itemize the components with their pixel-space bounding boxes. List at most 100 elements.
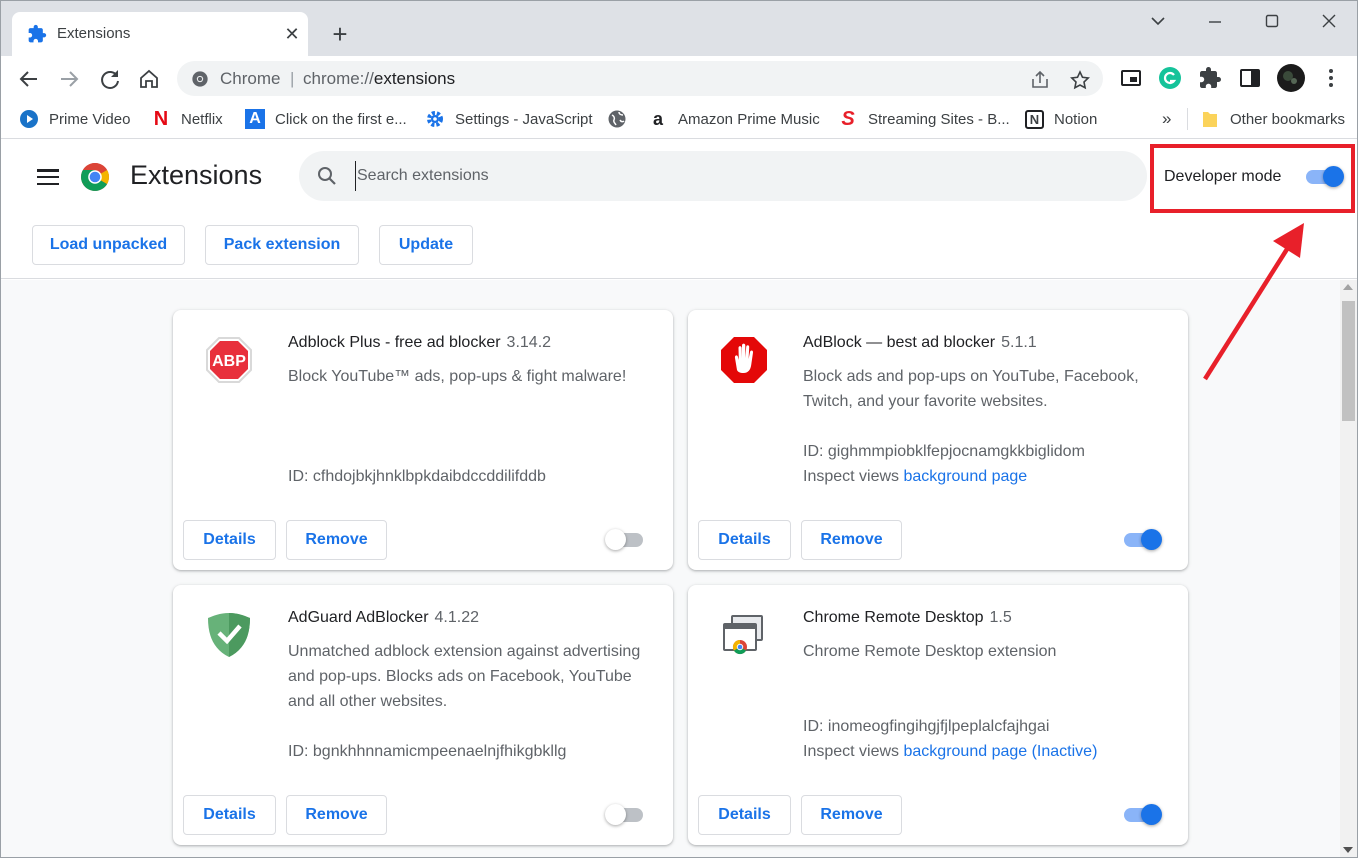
netflix-icon: N [153,107,169,130]
bookmark-label: Prime Video [49,110,131,128]
bookmark-label: Streaming Sites - B... [868,110,1010,128]
toolbar: Chrome | chrome://extensions [1,56,1357,101]
scrollbar-thumb[interactable] [1342,301,1355,421]
bookmark-notion[interactable]: N Notion [1025,108,1097,130]
details-button[interactable]: Details [698,520,791,560]
background-page-link[interactable]: background page (Inactive) [904,743,1098,760]
share-icon[interactable] [1029,69,1051,91]
svg-text:ABP: ABP [212,353,246,370]
menu-icon[interactable] [37,169,59,186]
other-bookmarks[interactable]: Other bookmarks [1200,108,1345,130]
tab-extensions[interactable]: Extensions ✕ [12,12,308,56]
extension-enable-toggle[interactable] [1122,803,1162,825]
extension-card-chrome-remote-desktop: Chrome Remote Desktop 1.5 Chrome Remote D… [688,585,1188,845]
s-icon: S [841,107,855,130]
developer-mode-toggle[interactable] [1304,165,1344,187]
remove-button[interactable]: Remove [801,520,902,560]
remove-button[interactable]: Remove [286,795,387,835]
page-title: Extensions [130,160,263,190]
address-bar[interactable]: Chrome | chrome://extensions [177,61,1103,96]
update-button[interactable]: Update [379,225,473,265]
adblock-hand-icon [721,337,767,383]
extensions-header: Extensions Developer mode Load unpacked … [1,139,1357,279]
a-icon: A [245,109,265,129]
scroll-down-arrow-icon[interactable] [1343,847,1353,853]
inspect-views: Inspect views background page [803,468,1028,485]
back-icon[interactable] [15,65,43,93]
bookmark-prime-video[interactable]: Prime Video [19,108,130,130]
details-button[interactable]: Details [183,795,276,835]
prime-video-icon [20,110,38,128]
url-path: extensions [373,69,456,88]
extension-id: ID: gighmmpiobklfepjocnamgkkbiglidom [803,443,1085,460]
remove-button[interactable]: Remove [801,795,902,835]
pack-extension-button[interactable]: Pack extension [205,225,359,265]
load-unpacked-button[interactable]: Load unpacked [32,225,185,265]
extension-name: Chrome Remote Desktop 1.5 [803,609,1012,626]
close-window-icon[interactable] [1309,7,1349,35]
bookmark-netflix[interactable]: N Netflix [151,108,223,130]
bookmark-streaming-sites[interactable]: S Streaming Sites - B... [838,107,1010,130]
site-label: Chrome [220,69,281,88]
bookmark-globe[interactable] [607,108,627,130]
other-bookmarks-label: Other bookmarks [1230,110,1346,128]
bookmark-click-first[interactable]: A Click on the first e... [245,108,407,130]
url-scheme: chrome:// [303,69,374,88]
extension-enable-toggle[interactable] [1122,528,1162,550]
reload-icon[interactable] [96,65,124,93]
new-tab-button[interactable]: + [326,21,354,49]
bookmarks-divider [1187,108,1188,130]
bookmarks-overflow-button[interactable]: » [1162,108,1171,130]
avatar[interactable] [1276,63,1306,93]
extension-card-adguard: AdGuard AdBlocker 4.1.22 Unmatched adbloc… [173,585,673,845]
notion-icon: N [1025,109,1044,129]
extension-description: Block ads and pop-ups on YouTube, Facebo… [803,368,1139,410]
menu-kebab-icon[interactable] [1319,66,1343,90]
close-tab-icon[interactable]: ✕ [280,22,304,46]
star-icon[interactable] [1069,69,1091,91]
browser-window: Extensions ✕ + Chrome | chrome://extensi… [0,0,1358,858]
details-button[interactable]: Details [698,795,791,835]
bookmark-amazon-prime-music[interactable]: a Amazon Prime Music [648,108,820,130]
folder-icon [1203,112,1217,127]
extensions-list: ABP Adblock Plus - free ad blocker 3.14.2… [1,280,1357,857]
search-input[interactable] [355,161,1055,191]
globe-icon [608,110,626,128]
gear-icon [427,111,443,127]
remote-desktop-icon [723,615,763,655]
search-bar [299,151,1147,201]
omnibox-separator: | [290,69,295,88]
details-button[interactable]: Details [183,520,276,560]
abp-logo-icon: ABP [206,337,252,383]
extension-card-adblock: AdBlock — best ad blocker 5.1.1 Block ads… [688,310,1188,570]
extensions-puzzle-icon[interactable] [1198,66,1222,90]
extension-name: Adblock Plus - free ad blocker 3.14.2 [288,334,552,351]
extension-version: 5.1.1 [1001,334,1037,351]
extension-description: Block YouTube™ ads, pop-ups & fight malw… [288,368,627,385]
developer-mode-label: Developer mode [1164,168,1282,185]
home-icon[interactable] [135,65,163,93]
background-page-link[interactable]: background page [904,468,1028,485]
tab-title: Extensions [57,25,131,42]
remove-button[interactable]: Remove [286,520,387,560]
minimize-icon[interactable] [1195,7,1235,35]
extension-name: AdGuard AdBlocker 4.1.22 [288,609,480,626]
tab-strip: Extensions ✕ + [1,1,1357,56]
extension-description: Chrome Remote Desktop extension [803,643,1057,660]
chevron-down-icon[interactable] [1138,7,1178,35]
extension-enable-toggle[interactable] [605,803,645,825]
picture-in-picture-icon[interactable] [1119,66,1143,90]
extension-id: ID: cfhdojbkjhnklbpkdaibdccddilifddb [288,468,546,485]
extension-description: Unmatched adblock extension against adve… [288,643,641,710]
forward-icon[interactable] [55,65,83,93]
maximize-icon[interactable] [1252,7,1292,35]
bookmark-label: Settings - JavaScript [455,110,593,128]
extension-enable-toggle[interactable] [605,528,645,550]
extension-card-adblock-plus: ABP Adblock Plus - free ad blocker 3.14.2… [173,310,673,570]
url-text[interactable]: chrome://extensions [303,69,455,89]
bookmark-settings-javascript[interactable]: Settings - JavaScript [425,108,593,130]
side-panel-icon[interactable] [1238,66,1262,90]
grammarly-icon[interactable] [1158,66,1182,90]
extension-version: 4.1.22 [434,609,480,626]
scroll-up-arrow-icon[interactable] [1343,284,1353,290]
